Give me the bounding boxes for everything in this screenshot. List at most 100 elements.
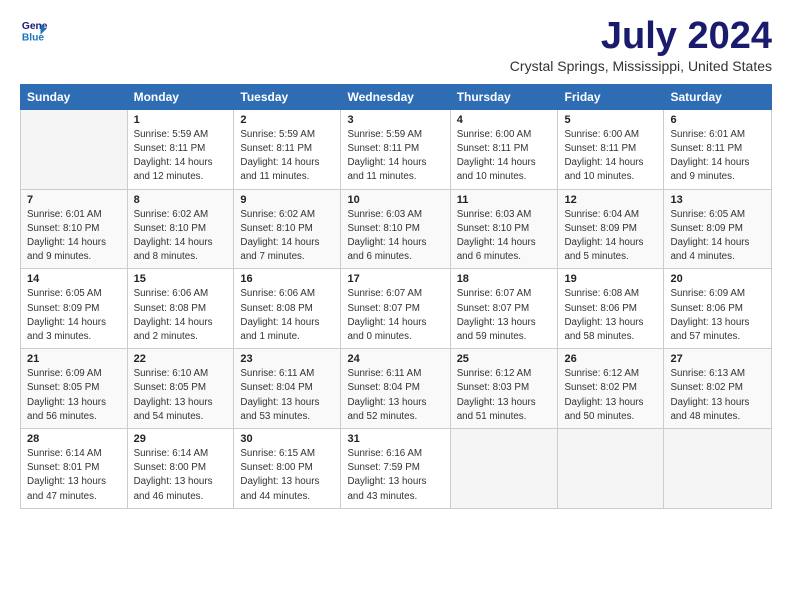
cell-w4-d5: 25 Sunrise: 6:12 AM Sunset: 8:03 PM Dayli… xyxy=(450,349,558,429)
col-header-monday: Monday xyxy=(127,84,234,109)
cell-w4-d2: 22 Sunrise: 6:10 AM Sunset: 8:05 PM Dayli… xyxy=(127,349,234,429)
day-info: Sunrise: 6:00 AM Sunset: 8:11 PM Dayligh… xyxy=(564,128,657,185)
day-number: 17 xyxy=(347,273,443,285)
day-info: Sunrise: 5:59 AM Sunset: 8:11 PM Dayligh… xyxy=(347,128,443,185)
day-number: 12 xyxy=(564,194,657,206)
cell-w5-d5 xyxy=(450,429,558,509)
cell-w3-d4: 17 Sunrise: 6:07 AM Sunset: 8:07 PM Dayli… xyxy=(341,269,450,349)
cell-w1-d6: 5 Sunrise: 6:00 AM Sunset: 8:11 PM Daylig… xyxy=(558,109,664,189)
col-header-sunday: Sunday xyxy=(21,84,128,109)
day-number: 31 xyxy=(347,433,443,445)
day-info: Sunrise: 6:13 AM Sunset: 8:02 PM Dayligh… xyxy=(670,367,765,424)
day-number: 2 xyxy=(240,114,334,126)
week-row-5: 28 Sunrise: 6:14 AM Sunset: 8:01 PM Dayli… xyxy=(21,429,772,509)
day-number: 6 xyxy=(670,114,765,126)
day-info: Sunrise: 6:02 AM Sunset: 8:10 PM Dayligh… xyxy=(240,208,334,265)
cell-w5-d6 xyxy=(558,429,664,509)
cell-w2-d7: 13 Sunrise: 6:05 AM Sunset: 8:09 PM Dayli… xyxy=(664,189,772,269)
day-number: 25 xyxy=(457,353,552,365)
week-row-4: 21 Sunrise: 6:09 AM Sunset: 8:05 PM Dayli… xyxy=(21,349,772,429)
day-number: 5 xyxy=(564,114,657,126)
day-info: Sunrise: 6:00 AM Sunset: 8:11 PM Dayligh… xyxy=(457,128,552,185)
day-number: 24 xyxy=(347,353,443,365)
day-number: 30 xyxy=(240,433,334,445)
week-row-3: 14 Sunrise: 6:05 AM Sunset: 8:09 PM Dayli… xyxy=(21,269,772,349)
cell-w1-d4: 3 Sunrise: 5:59 AM Sunset: 8:11 PM Daylig… xyxy=(341,109,450,189)
title-block: July 2024 Crystal Springs, Mississippi, … xyxy=(510,16,772,74)
day-info: Sunrise: 6:10 AM Sunset: 8:05 PM Dayligh… xyxy=(134,367,228,424)
day-number: 14 xyxy=(27,273,121,285)
day-info: Sunrise: 6:14 AM Sunset: 8:00 PM Dayligh… xyxy=(134,447,228,504)
logo: General Blue xyxy=(20,16,48,44)
cell-w3-d2: 15 Sunrise: 6:06 AM Sunset: 8:08 PM Dayli… xyxy=(127,269,234,349)
page: General Blue July 2024 Crystal Springs, … xyxy=(0,0,792,521)
cell-w2-d5: 11Sunrise: 6:03 AM Sunset: 8:10 PM Dayli… xyxy=(450,189,558,269)
col-header-thursday: Thursday xyxy=(450,84,558,109)
day-info: Sunrise: 6:11 AM Sunset: 8:04 PM Dayligh… xyxy=(347,367,443,424)
day-info: Sunrise: 6:14 AM Sunset: 8:01 PM Dayligh… xyxy=(27,447,121,504)
week-row-2: 7Sunrise: 6:01 AM Sunset: 8:10 PM Daylig… xyxy=(21,189,772,269)
week-row-1: 1 Sunrise: 5:59 AM Sunset: 8:11 PM Daylig… xyxy=(21,109,772,189)
day-number: 1 xyxy=(134,114,228,126)
cell-w3-d5: 18Sunrise: 6:07 AM Sunset: 8:07 PM Dayli… xyxy=(450,269,558,349)
cell-w3-d1: 14 Sunrise: 6:05 AM Sunset: 8:09 PM Dayli… xyxy=(21,269,128,349)
location: Crystal Springs, Mississippi, United Sta… xyxy=(510,58,772,74)
day-info: Sunrise: 6:06 AM Sunset: 8:08 PM Dayligh… xyxy=(134,287,228,344)
day-number: 27 xyxy=(670,353,765,365)
day-info: Sunrise: 6:09 AM Sunset: 8:05 PM Dayligh… xyxy=(27,367,121,424)
cell-w5-d1: 28 Sunrise: 6:14 AM Sunset: 8:01 PM Dayli… xyxy=(21,429,128,509)
cell-w2-d2: 8Sunrise: 6:02 AM Sunset: 8:10 PM Daylig… xyxy=(127,189,234,269)
day-info: Sunrise: 6:12 AM Sunset: 8:02 PM Dayligh… xyxy=(564,367,657,424)
calendar-table: SundayMondayTuesdayWednesdayThursdayFrid… xyxy=(20,84,772,509)
day-info: Sunrise: 6:16 AM Sunset: 7:59 PM Dayligh… xyxy=(347,447,443,504)
day-number: 9 xyxy=(240,194,334,206)
day-info: Sunrise: 6:06 AM Sunset: 8:08 PM Dayligh… xyxy=(240,287,334,344)
day-number: 22 xyxy=(134,353,228,365)
day-info: Sunrise: 6:07 AM Sunset: 8:07 PM Dayligh… xyxy=(457,287,552,344)
col-header-saturday: Saturday xyxy=(664,84,772,109)
day-info: Sunrise: 6:01 AM Sunset: 8:11 PM Dayligh… xyxy=(670,128,765,185)
cell-w5-d3: 30Sunrise: 6:15 AM Sunset: 8:00 PM Dayli… xyxy=(234,429,341,509)
day-info: Sunrise: 6:12 AM Sunset: 8:03 PM Dayligh… xyxy=(457,367,552,424)
cell-w4-d1: 21 Sunrise: 6:09 AM Sunset: 8:05 PM Dayli… xyxy=(21,349,128,429)
day-number: 19 xyxy=(564,273,657,285)
col-header-tuesday: Tuesday xyxy=(234,84,341,109)
day-number: 8 xyxy=(134,194,228,206)
day-number: 21 xyxy=(27,353,121,365)
col-header-friday: Friday xyxy=(558,84,664,109)
day-number: 3 xyxy=(347,114,443,126)
day-info: Sunrise: 6:05 AM Sunset: 8:09 PM Dayligh… xyxy=(27,287,121,344)
day-info: Sunrise: 6:03 AM Sunset: 8:10 PM Dayligh… xyxy=(457,208,552,265)
day-info: Sunrise: 6:07 AM Sunset: 8:07 PM Dayligh… xyxy=(347,287,443,344)
header: General Blue July 2024 Crystal Springs, … xyxy=(20,16,772,74)
cell-w5-d7 xyxy=(664,429,772,509)
day-number: 29 xyxy=(134,433,228,445)
cell-w1-d7: 6 Sunrise: 6:01 AM Sunset: 8:11 PM Daylig… xyxy=(664,109,772,189)
day-info: Sunrise: 5:59 AM Sunset: 8:11 PM Dayligh… xyxy=(240,128,334,185)
day-info: Sunrise: 6:11 AM Sunset: 8:04 PM Dayligh… xyxy=(240,367,334,424)
day-info: Sunrise: 6:05 AM Sunset: 8:09 PM Dayligh… xyxy=(670,208,765,265)
cell-w1-d2: 1Sunrise: 5:59 AM Sunset: 8:11 PM Daylig… xyxy=(127,109,234,189)
cell-w1-d3: 2 Sunrise: 5:59 AM Sunset: 8:11 PM Daylig… xyxy=(234,109,341,189)
day-number: 28 xyxy=(27,433,121,445)
day-info: Sunrise: 6:08 AM Sunset: 8:06 PM Dayligh… xyxy=(564,287,657,344)
cell-w3-d3: 16 Sunrise: 6:06 AM Sunset: 8:08 PM Dayli… xyxy=(234,269,341,349)
day-info: Sunrise: 6:09 AM Sunset: 8:06 PM Dayligh… xyxy=(670,287,765,344)
cell-w4-d4: 24 Sunrise: 6:11 AM Sunset: 8:04 PM Dayli… xyxy=(341,349,450,429)
cell-w1-d1 xyxy=(21,109,128,189)
day-number: 13 xyxy=(670,194,765,206)
cell-w2-d6: 12Sunrise: 6:04 AM Sunset: 8:09 PM Dayli… xyxy=(558,189,664,269)
day-info: Sunrise: 6:03 AM Sunset: 8:10 PM Dayligh… xyxy=(347,208,443,265)
day-number: 26 xyxy=(564,353,657,365)
month-title: July 2024 xyxy=(510,16,772,58)
day-number: 15 xyxy=(134,273,228,285)
day-number: 7 xyxy=(27,194,121,206)
day-number: 10 xyxy=(347,194,443,206)
day-number: 23 xyxy=(240,353,334,365)
col-header-wednesday: Wednesday xyxy=(341,84,450,109)
day-number: 16 xyxy=(240,273,334,285)
cell-w5-d2: 29 Sunrise: 6:14 AM Sunset: 8:00 PM Dayli… xyxy=(127,429,234,509)
day-number: 20 xyxy=(670,273,765,285)
cell-w3-d7: 20 Sunrise: 6:09 AM Sunset: 8:06 PM Dayli… xyxy=(664,269,772,349)
cell-w3-d6: 19 Sunrise: 6:08 AM Sunset: 8:06 PM Dayli… xyxy=(558,269,664,349)
